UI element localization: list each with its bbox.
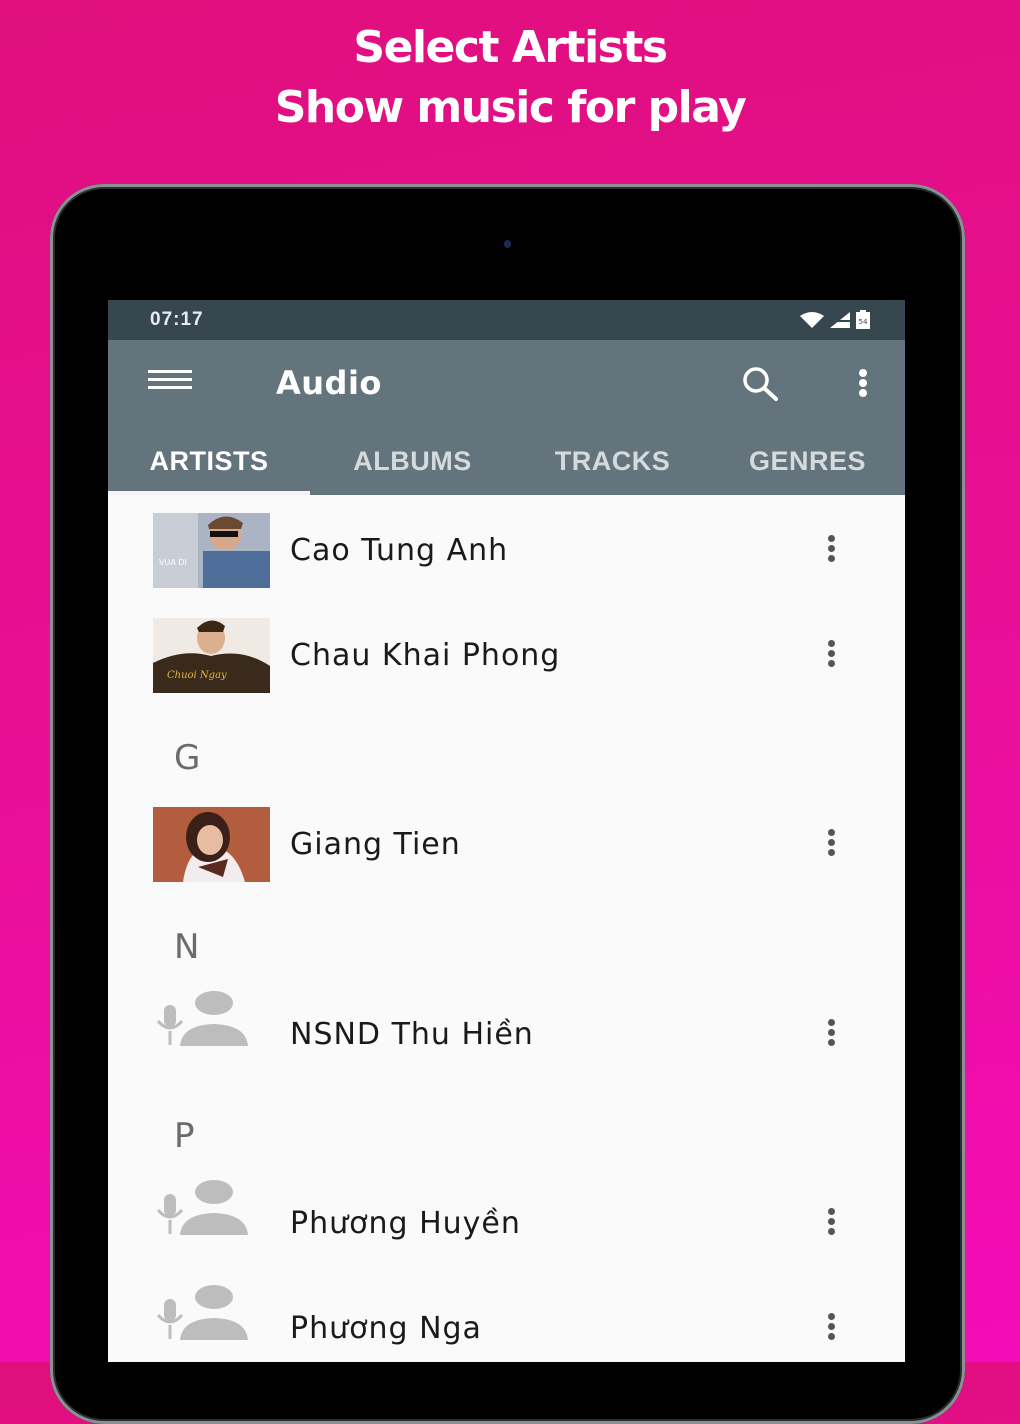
tab-genres[interactable]: GENRES [710, 425, 905, 495]
status-icons: 54 [799, 310, 871, 330]
hamburger-menu-icon[interactable] [148, 370, 194, 396]
section-header-g: G [174, 738, 201, 778]
album-art-thumbnail: VUA DI [153, 513, 270, 588]
more-vertical-icon[interactable] [848, 364, 878, 404]
section-header-n: N [174, 927, 200, 967]
svg-text:Chuoi Ngay: Chuoi Ngay [167, 670, 227, 681]
album-art-thumbnail [153, 807, 270, 882]
promo-headline-line2: Show music for play [274, 82, 747, 133]
svg-text:VUA DI: VUA DI [159, 558, 187, 567]
status-time: 07:17 [150, 309, 204, 330]
battery-level: 54 [859, 318, 868, 326]
artist-placeholder-icon [156, 1180, 248, 1235]
list-item[interactable]: NSND Thu Hiền [108, 979, 905, 1079]
list-item[interactable]: Chuoi Ngay Chau Khai Phong [108, 600, 905, 700]
artist-placeholder-icon [156, 1285, 248, 1340]
battery-icon: 54 [856, 310, 870, 329]
more-vertical-icon[interactable] [820, 1208, 842, 1238]
signal-icon [830, 312, 850, 328]
wifi-icon [800, 312, 824, 328]
toolbar: Audio [108, 340, 905, 425]
album-art-thumbnail: Chuoi Ngay [153, 618, 270, 693]
artist-name: NSND Thu Hiền [290, 1017, 534, 1052]
tab-bar: ARTISTS ALBUMS TRACKS GENRES [108, 425, 905, 495]
promo-headline-line1: Select Artists [353, 22, 668, 73]
app-screen: 07:17 54 Audio ARTISTS ALBUMS TRACKS GEN… [108, 300, 905, 1362]
more-vertical-icon[interactable] [820, 1313, 842, 1343]
more-vertical-icon[interactable] [820, 535, 842, 565]
list-item[interactable]: Phương Huyền [108, 1168, 905, 1268]
more-vertical-icon[interactable] [820, 640, 842, 670]
list-item[interactable]: VUA DI Cao Tung Anh [108, 495, 905, 595]
tab-artists[interactable]: ARTISTS [108, 425, 310, 495]
artist-name: Chau Khai Phong [290, 638, 561, 673]
app-bar: Audio ARTISTS ALBUMS TRACKS GENRES [108, 340, 905, 495]
more-vertical-icon[interactable] [820, 1019, 842, 1049]
artist-name: Cao Tung Anh [290, 533, 509, 568]
list-item[interactable]: Phương Nga [108, 1273, 905, 1362]
tab-tracks[interactable]: TRACKS [515, 425, 710, 495]
artist-name: Phương Huyền [290, 1206, 521, 1241]
search-icon[interactable] [738, 364, 784, 404]
status-bar: 07:17 54 [108, 300, 905, 340]
toolbar-title: Audio [276, 364, 382, 402]
front-camera [504, 240, 511, 248]
section-header-p: P [174, 1116, 195, 1156]
artist-name: Phương Nga [290, 1311, 482, 1346]
list-item[interactable]: Giang Tien [108, 789, 905, 889]
tab-albums[interactable]: ALBUMS [310, 425, 515, 495]
more-vertical-icon[interactable] [820, 829, 842, 859]
artist-name: Giang Tien [290, 827, 461, 862]
artist-placeholder-icon [156, 991, 248, 1046]
